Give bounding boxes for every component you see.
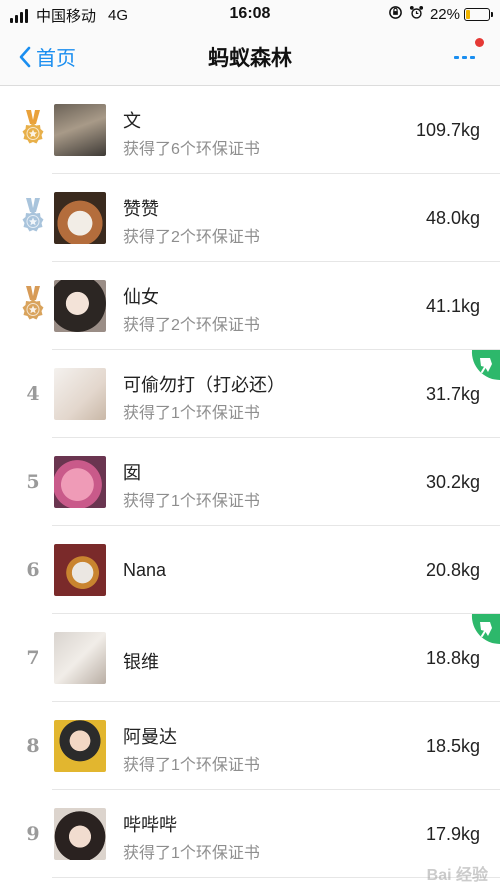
rank-slot: 8 bbox=[18, 702, 48, 790]
friend-name: 文 bbox=[123, 111, 141, 131]
ranking-row[interactable]: 仙女获得了2个环保证书 41.1kg bbox=[0, 262, 500, 350]
avatar bbox=[54, 632, 106, 684]
certificate-count: 获得了1个环保证书 bbox=[123, 405, 260, 422]
nav-bar: 首页 蚂蚁森林 bbox=[0, 30, 500, 86]
ranking-row[interactable]: 5 囡获得了1个环保证书 30.2kg bbox=[0, 438, 500, 526]
avatar bbox=[54, 192, 106, 244]
rank-slot: 4 bbox=[18, 350, 48, 438]
energy-weight: 17.9kg bbox=[425, 824, 480, 844]
status-right: 22% bbox=[388, 5, 493, 23]
friend-name: 囡 bbox=[123, 463, 141, 483]
avatar bbox=[54, 280, 106, 332]
ranking-row[interactable]: 9 哔哔哔获得了1个环保证书 17.9kg bbox=[0, 790, 500, 878]
avatar bbox=[54, 104, 106, 156]
silver-medal-icon bbox=[18, 174, 48, 262]
avatar bbox=[54, 456, 106, 508]
page-title: 蚂蚁森林 bbox=[208, 47, 292, 70]
friend-name: 可偷勿打（打必还） bbox=[123, 375, 285, 395]
energy-weight: 41.1kg bbox=[425, 296, 480, 316]
friend-name: 银维 bbox=[123, 652, 159, 672]
rank-number: 4 bbox=[26, 383, 40, 405]
ranking-row[interactable]: 8 阿曼达获得了1个环保证书 18.5kg bbox=[0, 702, 500, 790]
ranking-list: 文获得了6个环保证书 109.7kg 赞赞 获得了2个环保证书 48.0kg 仙女 获得了2… bbox=[0, 86, 500, 878]
energy-weight: 48.0kg bbox=[425, 208, 480, 228]
rank-number: 8 bbox=[26, 735, 40, 757]
gold-medal-icon bbox=[18, 86, 48, 174]
energy-weight: 18.8kg bbox=[425, 648, 480, 668]
energy-weight: 18.5kg bbox=[425, 736, 480, 756]
ranking-row[interactable]: 赞赞获得了2个环保证书 48.0kg bbox=[0, 174, 500, 262]
more-icon bbox=[454, 56, 478, 59]
energy-weight: 109.7kg bbox=[415, 120, 480, 140]
certificate-count: 获得了2个环保证书 bbox=[123, 229, 260, 246]
rank-number: 5 bbox=[26, 471, 40, 493]
watermark: Bai 经验 bbox=[426, 867, 488, 884]
avatar bbox=[54, 544, 106, 596]
status-bar: 中国移动 4G 16:08 22% bbox=[0, 0, 500, 30]
bronze-medal-icon bbox=[18, 262, 48, 350]
rank-slot: 6 bbox=[18, 526, 48, 614]
certificate-count: 获得了1个环保证书 bbox=[123, 757, 260, 774]
certificate-count: 获得了2个环保证书 bbox=[123, 317, 260, 334]
energy-weight: 30.2kg bbox=[425, 472, 480, 492]
notification-dot bbox=[475, 38, 484, 47]
more-button[interactable] bbox=[450, 36, 486, 76]
friend-name: 仙女 bbox=[123, 287, 159, 307]
certificate-count: 获得了1个环保证书 bbox=[123, 493, 260, 510]
avatar bbox=[54, 720, 106, 772]
energy-weight: 20.8kg bbox=[425, 560, 480, 580]
energy-weight: 31.7kg bbox=[425, 384, 480, 404]
ranking-row[interactable]: 文获得了6个环保证书 109.7kg bbox=[0, 86, 500, 174]
steal-hand-icon[interactable] bbox=[468, 614, 500, 646]
rank-slot: 7 bbox=[18, 614, 48, 702]
rank-number: 6 bbox=[26, 559, 40, 581]
ranking-row[interactable]: 7 银维 18.8kg bbox=[0, 614, 500, 702]
rank-number: 9 bbox=[26, 823, 40, 845]
friend-name: 阿曼达 bbox=[123, 727, 177, 747]
rank-slot: 5 bbox=[18, 438, 48, 526]
rank-number: 7 bbox=[26, 647, 40, 669]
battery-percent: 22% bbox=[429, 5, 460, 23]
rank-slot: 9 bbox=[18, 790, 48, 878]
battery-icon bbox=[464, 7, 493, 21]
avatar bbox=[54, 808, 106, 860]
ranking-row[interactable]: 4 可偷勿打（打必还） 获得了1个环保证书 31.7kg bbox=[0, 350, 500, 438]
friend-name: 赞赞 bbox=[123, 199, 159, 219]
certificate-count: 获得了1个环保证书 bbox=[123, 845, 260, 862]
friend-name: Nana bbox=[123, 560, 167, 580]
steal-hand-icon[interactable] bbox=[468, 350, 500, 382]
friend-name: 哔哔哔 bbox=[123, 815, 177, 835]
rotation-lock-icon bbox=[388, 5, 403, 23]
alarm-icon bbox=[409, 5, 424, 23]
ranking-row[interactable]: 6 Nana 20.8kg bbox=[0, 526, 500, 614]
avatar bbox=[54, 368, 106, 420]
certificate-count: 获得了6个环保证书 bbox=[123, 141, 260, 158]
